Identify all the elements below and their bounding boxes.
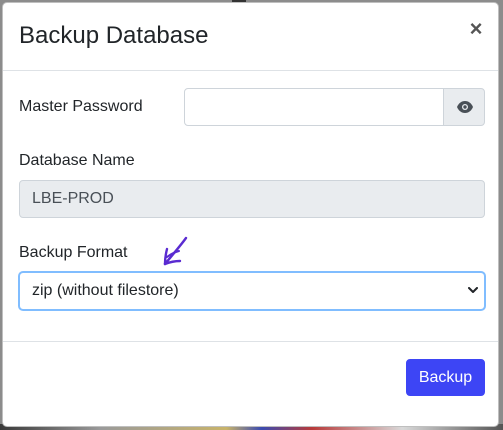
dialog-footer-divider	[3, 341, 498, 342]
database-name-field: LBE-PROD	[19, 180, 485, 218]
hand-drawn-arrow-icon	[163, 236, 188, 266]
backup-format-selected-value: zip (without filestore)	[32, 282, 179, 299]
dialog-header: Backup Database ×	[3, 3, 498, 71]
backup-format-select[interactable]: zip (without filestore)	[19, 272, 485, 310]
master-password-label: Master Password	[19, 98, 143, 115]
database-name-label: Database Name	[19, 152, 135, 169]
master-password-group	[184, 88, 485, 126]
chevron-down-icon	[468, 287, 478, 293]
backup-database-dialog: Backup Database × Master Password Databa…	[2, 2, 499, 427]
show-password-button[interactable]	[443, 88, 485, 126]
close-icon[interactable]: ×	[466, 17, 486, 41]
dialog-title: Backup Database	[19, 22, 209, 49]
master-password-input[interactable]	[184, 88, 444, 126]
backup-format-label: Backup Format	[19, 244, 128, 261]
eye-icon	[457, 101, 473, 113]
backup-button[interactable]: Backup	[406, 359, 485, 396]
